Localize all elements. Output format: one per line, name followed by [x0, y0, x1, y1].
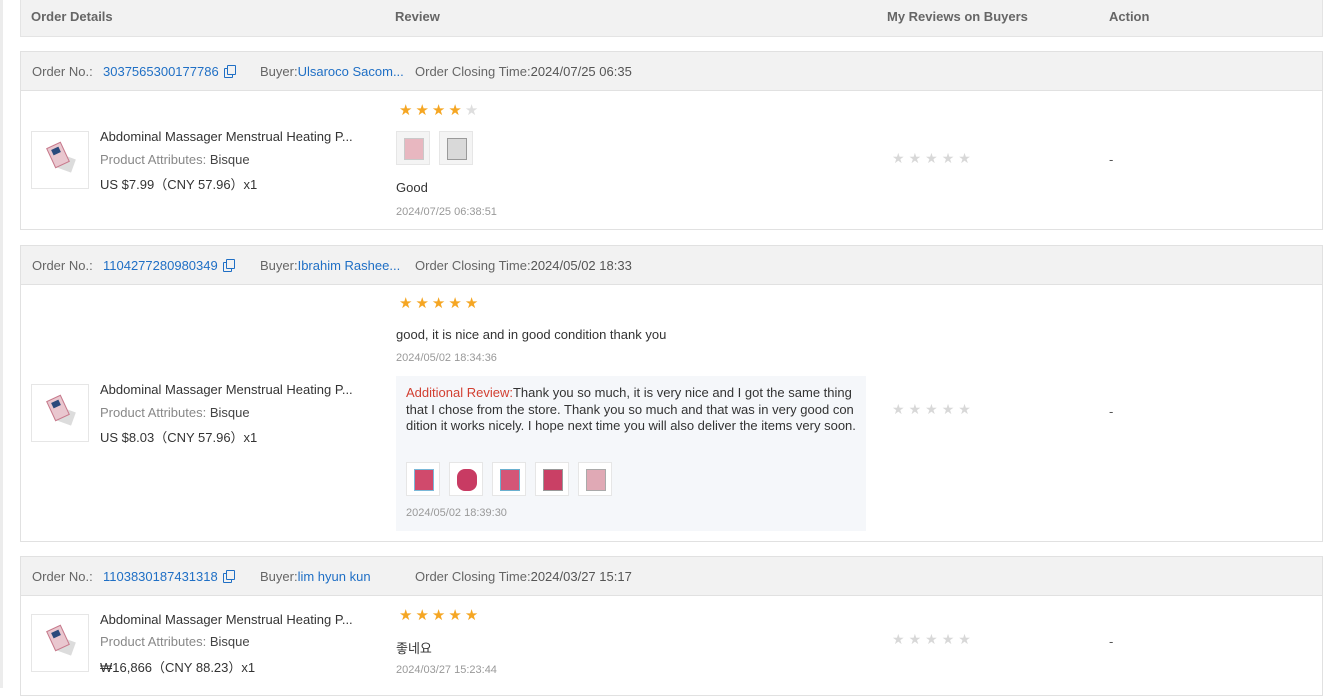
- star-icon[interactable]: ★: [958, 402, 971, 417]
- closing-time: Order Closing Time:2024/07/25 06:35: [415, 64, 632, 79]
- my-review-stars[interactable]: ★ ★ ★ ★ ★: [892, 402, 975, 417]
- product-price: US $8.03（CNY 57.96）x1: [100, 430, 258, 445]
- buyer: Buyer:Ibrahim Rashee...: [260, 258, 401, 273]
- rating-stars: ★ ★ ★ ★ ★: [399, 608, 481, 623]
- star-icon[interactable]: ★: [892, 632, 905, 647]
- copy-icon[interactable]: [222, 570, 235, 583]
- review-time: 2024/03/27 15:23:44: [396, 664, 497, 676]
- left-border: [0, 0, 3, 688]
- order-no-link[interactable]: 3037565300177786: [103, 64, 236, 79]
- col-action: Action: [1109, 9, 1150, 24]
- star-icon[interactable]: ★: [925, 632, 938, 647]
- star-icon: ★: [415, 102, 429, 119]
- order-header: Order No.: 3037565300177786 Buyer:Ulsaro…: [21, 52, 1322, 91]
- product-price: ₩16,866（CNY 88.23）x1: [100, 660, 256, 675]
- copy-icon[interactable]: [223, 65, 236, 78]
- col-review: Review: [395, 9, 440, 24]
- table-header: Order Details Review My Reviews on Buyer…: [20, 0, 1323, 37]
- my-review-stars[interactable]: ★ ★ ★ ★ ★: [892, 632, 975, 647]
- additional-review: Additional Review:Thank you so much, it …: [396, 376, 866, 531]
- closing-time: Order Closing Time:2024/03/27 15:17: [415, 569, 632, 584]
- order-header: Order No.: 1103830187431318 Buyer:lim hy…: [21, 557, 1322, 596]
- review-text: good, it is nice and in good condition t…: [396, 327, 667, 342]
- review-image[interactable]: [439, 131, 473, 165]
- additional-review-text: Additional Review:Thank you so much, it …: [406, 385, 856, 433]
- review-text: 좋네요: [396, 641, 432, 656]
- star-icon: ★: [399, 295, 413, 312]
- review-time: 2024/05/02 18:34:36: [396, 352, 497, 364]
- star-icon[interactable]: ★: [909, 402, 922, 417]
- product-name[interactable]: Abdominal Massager Menstrual Heating P..…: [100, 612, 362, 627]
- order-header: Order No.: 1104277280980349 Buyer:Ibrahi…: [21, 246, 1322, 285]
- closing-time: Order Closing Time:2024/05/02 18:33: [415, 258, 632, 273]
- col-order-details: Order Details: [31, 9, 113, 24]
- buyer-link[interactable]: lim hyun kun: [298, 569, 371, 584]
- additional-review-image[interactable]: [406, 462, 440, 496]
- star-icon: ★: [399, 102, 413, 119]
- product-attributes: Product Attributes: Bisque: [100, 634, 250, 649]
- star-icon[interactable]: ★: [925, 151, 938, 166]
- product-name[interactable]: Abdominal Massager Menstrual Heating P..…: [100, 382, 362, 397]
- order-card: Order No.: 1103830187431318 Buyer:lim hy…: [20, 556, 1323, 696]
- buyer: Buyer:lim hyun kun: [260, 569, 371, 584]
- additional-review-time: 2024/05/02 18:39:30: [406, 507, 507, 519]
- star-icon[interactable]: ★: [958, 151, 971, 166]
- my-review-stars[interactable]: ★ ★ ★ ★ ★: [892, 151, 975, 166]
- action-cell: -: [1109, 152, 1114, 167]
- star-icon[interactable]: ★: [909, 151, 922, 166]
- review-time: 2024/07/25 06:38:51: [396, 206, 497, 218]
- star-icon[interactable]: ★: [892, 151, 905, 166]
- star-icon: ★: [399, 607, 413, 624]
- order-card: Order No.: 3037565300177786 Buyer:Ulsaro…: [20, 51, 1323, 230]
- col-my-reviews: My Reviews on Buyers: [887, 9, 1028, 24]
- star-icon: ★: [448, 607, 462, 624]
- star-icon[interactable]: ★: [958, 632, 971, 647]
- star-icon: ★: [431, 102, 446, 119]
- product-image[interactable]: [31, 384, 89, 442]
- action-cell: -: [1109, 634, 1114, 649]
- review-text: Good: [396, 180, 428, 195]
- order-no-label: Order No.:: [32, 258, 93, 273]
- product-price: US $7.99（CNY 57.96）x1: [100, 177, 258, 192]
- review-image[interactable]: [396, 131, 430, 165]
- additional-review-image[interactable]: [578, 462, 612, 496]
- star-icon[interactable]: ★: [925, 402, 938, 417]
- product-image[interactable]: [31, 131, 89, 189]
- additional-review-label: Additional Review:: [406, 385, 513, 400]
- order-no-link[interactable]: 1104277280980349: [103, 258, 235, 273]
- buyer: Buyer:Ulsaroco Sacom...: [260, 64, 404, 79]
- star-icon: ★: [431, 607, 446, 624]
- star-icon[interactable]: ★: [942, 632, 955, 647]
- product-name[interactable]: Abdominal Massager Menstrual Heating P..…: [100, 129, 362, 144]
- star-icon[interactable]: ★: [892, 402, 905, 417]
- copy-icon[interactable]: [222, 259, 235, 272]
- star-icon: ★: [415, 607, 429, 624]
- additional-review-image[interactable]: [535, 462, 569, 496]
- order-no-label: Order No.:: [32, 64, 93, 79]
- action-cell: -: [1109, 404, 1114, 419]
- product-attributes: Product Attributes: Bisque: [100, 405, 250, 420]
- order-card: Order No.: 1104277280980349 Buyer:Ibrahi…: [20, 245, 1323, 542]
- product-attributes: Product Attributes: Bisque: [100, 152, 250, 167]
- star-icon: ★: [448, 295, 462, 312]
- additional-review-image[interactable]: [449, 462, 483, 496]
- star-icon: ★: [464, 607, 479, 624]
- star-icon: ★: [464, 102, 479, 119]
- star-icon: ★: [431, 295, 446, 312]
- rating-stars: ★ ★ ★ ★ ★: [399, 103, 481, 118]
- rating-stars: ★ ★ ★ ★ ★: [399, 296, 481, 311]
- star-icon[interactable]: ★: [942, 151, 955, 166]
- star-icon: ★: [464, 295, 479, 312]
- star-icon: ★: [415, 295, 429, 312]
- additional-review-image[interactable]: [492, 462, 526, 496]
- star-icon[interactable]: ★: [909, 632, 922, 647]
- buyer-link[interactable]: Ibrahim Rashee...: [298, 258, 401, 273]
- buyer-link[interactable]: Ulsaroco Sacom...: [298, 64, 404, 79]
- star-icon: ★: [448, 102, 462, 119]
- star-icon[interactable]: ★: [942, 402, 955, 417]
- order-no-link[interactable]: 1103830187431318: [103, 569, 235, 584]
- order-no-label: Order No.:: [32, 569, 93, 584]
- product-image[interactable]: [31, 614, 89, 672]
